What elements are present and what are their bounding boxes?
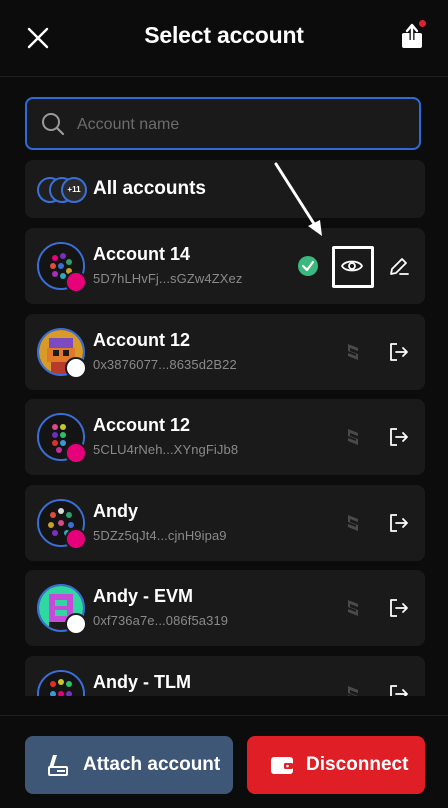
account-name: Andy - EVM — [93, 586, 194, 606]
all-accounts-item[interactable]: +11 All accounts — [25, 160, 425, 218]
all-accounts-avatars: +11 — [37, 177, 87, 203]
avatar — [37, 670, 85, 696]
avatar — [37, 242, 87, 293]
avatar — [37, 584, 87, 635]
search-box — [25, 97, 421, 150]
account-name: Andy — [93, 501, 138, 521]
search-input[interactable] — [75, 99, 409, 150]
account-name: Account 14 — [93, 244, 191, 264]
attach-account-label: Attach account — [83, 754, 221, 775]
account-item[interactable]: Account 14 5D7hLHvFj...sGZw4ZXez — [25, 228, 425, 304]
account-address: 0xf736a7e...086f5a319 — [93, 613, 229, 628]
polkadot-badge-icon — [65, 271, 87, 293]
disconnect-button[interactable]: Disconnect — [247, 736, 425, 794]
ethereum-badge-icon — [65, 357, 87, 379]
subwallet-icon — [348, 344, 358, 360]
account-address: 5D7hLHvFj...sGZw4ZXez — [93, 271, 243, 286]
attach-icon — [48, 755, 68, 776]
account-item[interactable]: Andy - TLM — [25, 656, 425, 696]
account-item[interactable]: Account 12 5CLU4rNeh...XYngFiJb8 — [25, 399, 425, 475]
subwallet-icon — [348, 515, 358, 531]
footer: Attach account Disconnect — [0, 715, 448, 808]
count-badge: +11 — [61, 177, 87, 203]
subwallet-icon — [348, 429, 358, 445]
attach-account-button[interactable]: Attach account — [25, 736, 233, 794]
account-address: 5CLU4rNeh...XYngFiJb8 — [93, 442, 239, 457]
account-item[interactable]: Andy - EVM 0xf736a7e...086f5a319 — [25, 570, 425, 646]
account-item[interactable]: Account 12 0x3876077...8635d2B22 — [25, 314, 425, 390]
subwallet-icon — [348, 686, 358, 696]
disconnect-label: Disconnect — [306, 754, 409, 775]
account-name: Andy - TLM — [93, 672, 191, 692]
avatar — [37, 413, 87, 464]
check-icon — [298, 256, 318, 276]
account-name: Account 12 — [93, 415, 191, 435]
eye-icon[interactable] — [340, 254, 364, 278]
page-title: Select account — [144, 22, 304, 48]
wallet-icon — [271, 757, 293, 774]
account-name: Account 12 — [93, 330, 191, 350]
all-accounts-label: All accounts — [93, 178, 206, 199]
search-icon — [42, 113, 65, 136]
avatar — [37, 328, 87, 379]
logout-icon[interactable] — [387, 682, 411, 696]
logout-icon[interactable] — [387, 425, 411, 449]
polkadot-badge-icon — [65, 528, 87, 550]
avatar — [37, 499, 87, 550]
logout-icon[interactable] — [387, 511, 411, 535]
account-address: 0x3876077...8635d2B22 — [93, 357, 237, 372]
logout-icon[interactable] — [387, 340, 411, 364]
ethereum-badge-icon — [65, 613, 87, 635]
logout-icon[interactable] — [387, 596, 411, 620]
edit-icon[interactable] — [387, 254, 411, 278]
subwallet-icon — [348, 600, 358, 616]
polkadot-badge-icon — [65, 442, 87, 464]
header: Select account — [0, 0, 448, 77]
account-list[interactable]: +11 All accounts Account 14 5D7hLHvFj...… — [25, 160, 425, 696]
notification-dot — [419, 20, 426, 27]
account-address: 5DZz5qJt4...cjnH9ipa9 — [93, 528, 227, 543]
account-item[interactable]: Andy 5DZz5qJt4...cjnH9ipa9 — [25, 485, 425, 561]
